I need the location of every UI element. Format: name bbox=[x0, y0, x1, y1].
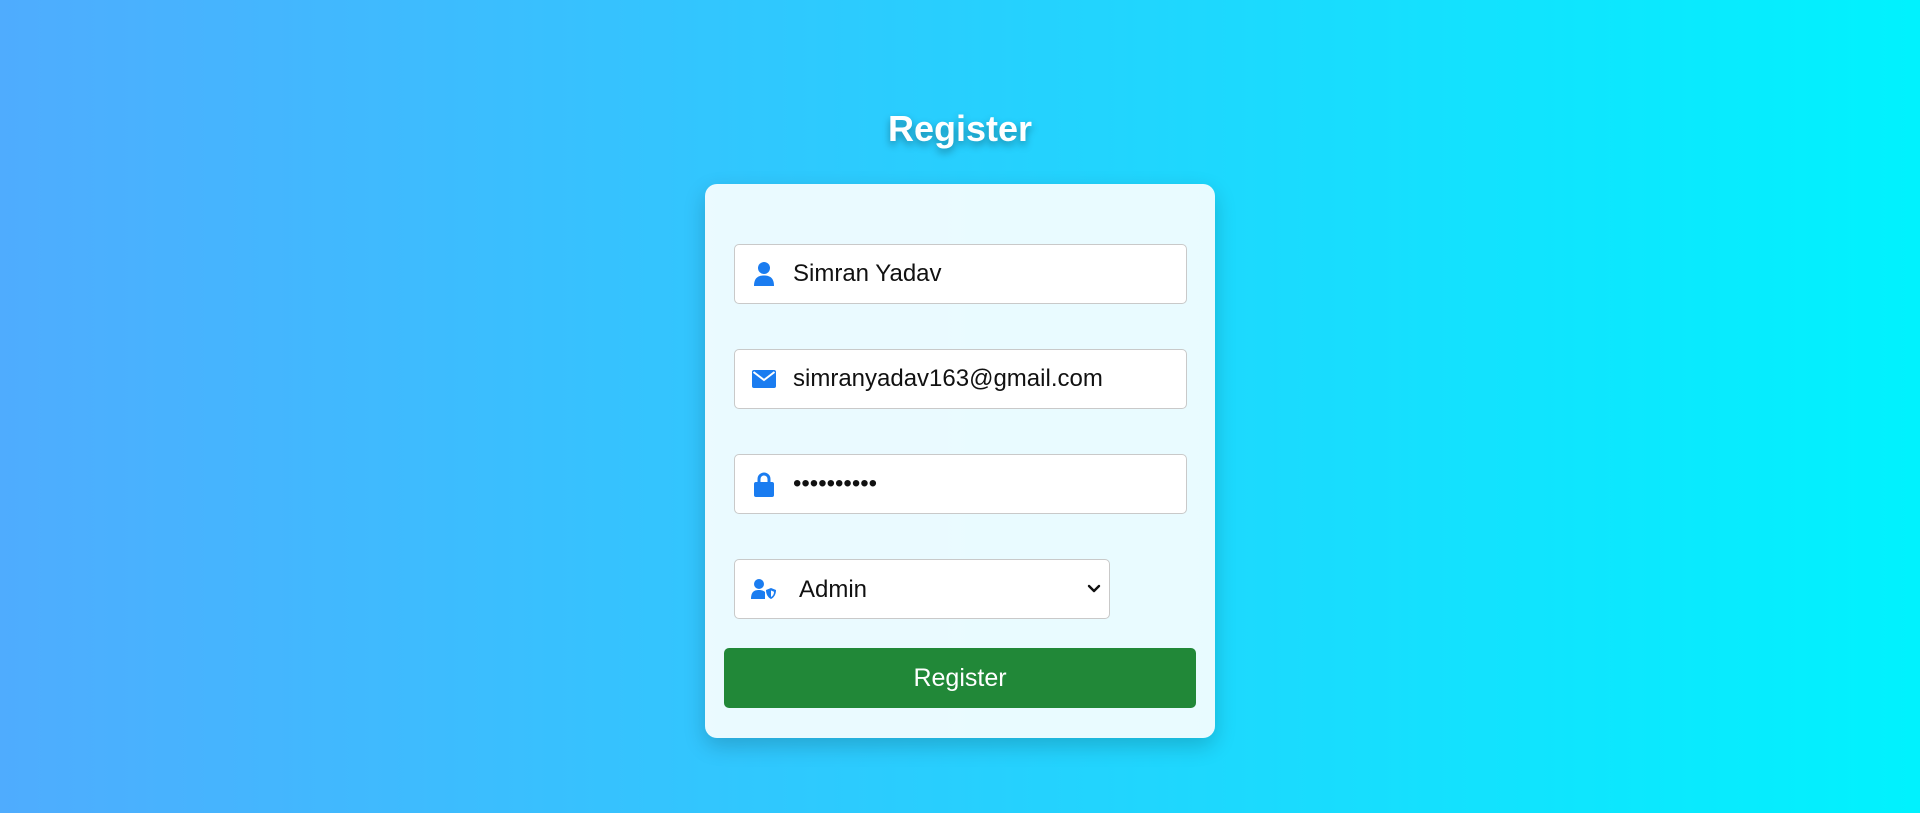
email-input[interactable] bbox=[793, 350, 1186, 408]
page-title: Register bbox=[887, 108, 1033, 149]
email-field-wrapper bbox=[734, 349, 1187, 409]
role-field-wrapper: Admin bbox=[734, 559, 1110, 619]
role-select[interactable]: Admin bbox=[793, 560, 1109, 618]
name-field-wrapper bbox=[734, 244, 1187, 304]
register-button[interactable]: Register bbox=[724, 648, 1196, 708]
user-shield-icon bbox=[735, 578, 793, 600]
envelope-icon bbox=[735, 370, 793, 388]
register-card: Admin Register bbox=[705, 184, 1215, 738]
user-icon bbox=[735, 261, 793, 287]
lock-icon bbox=[735, 472, 793, 497]
name-input[interactable] bbox=[793, 245, 1186, 303]
password-field-wrapper bbox=[734, 454, 1187, 514]
password-input[interactable] bbox=[793, 455, 1186, 513]
